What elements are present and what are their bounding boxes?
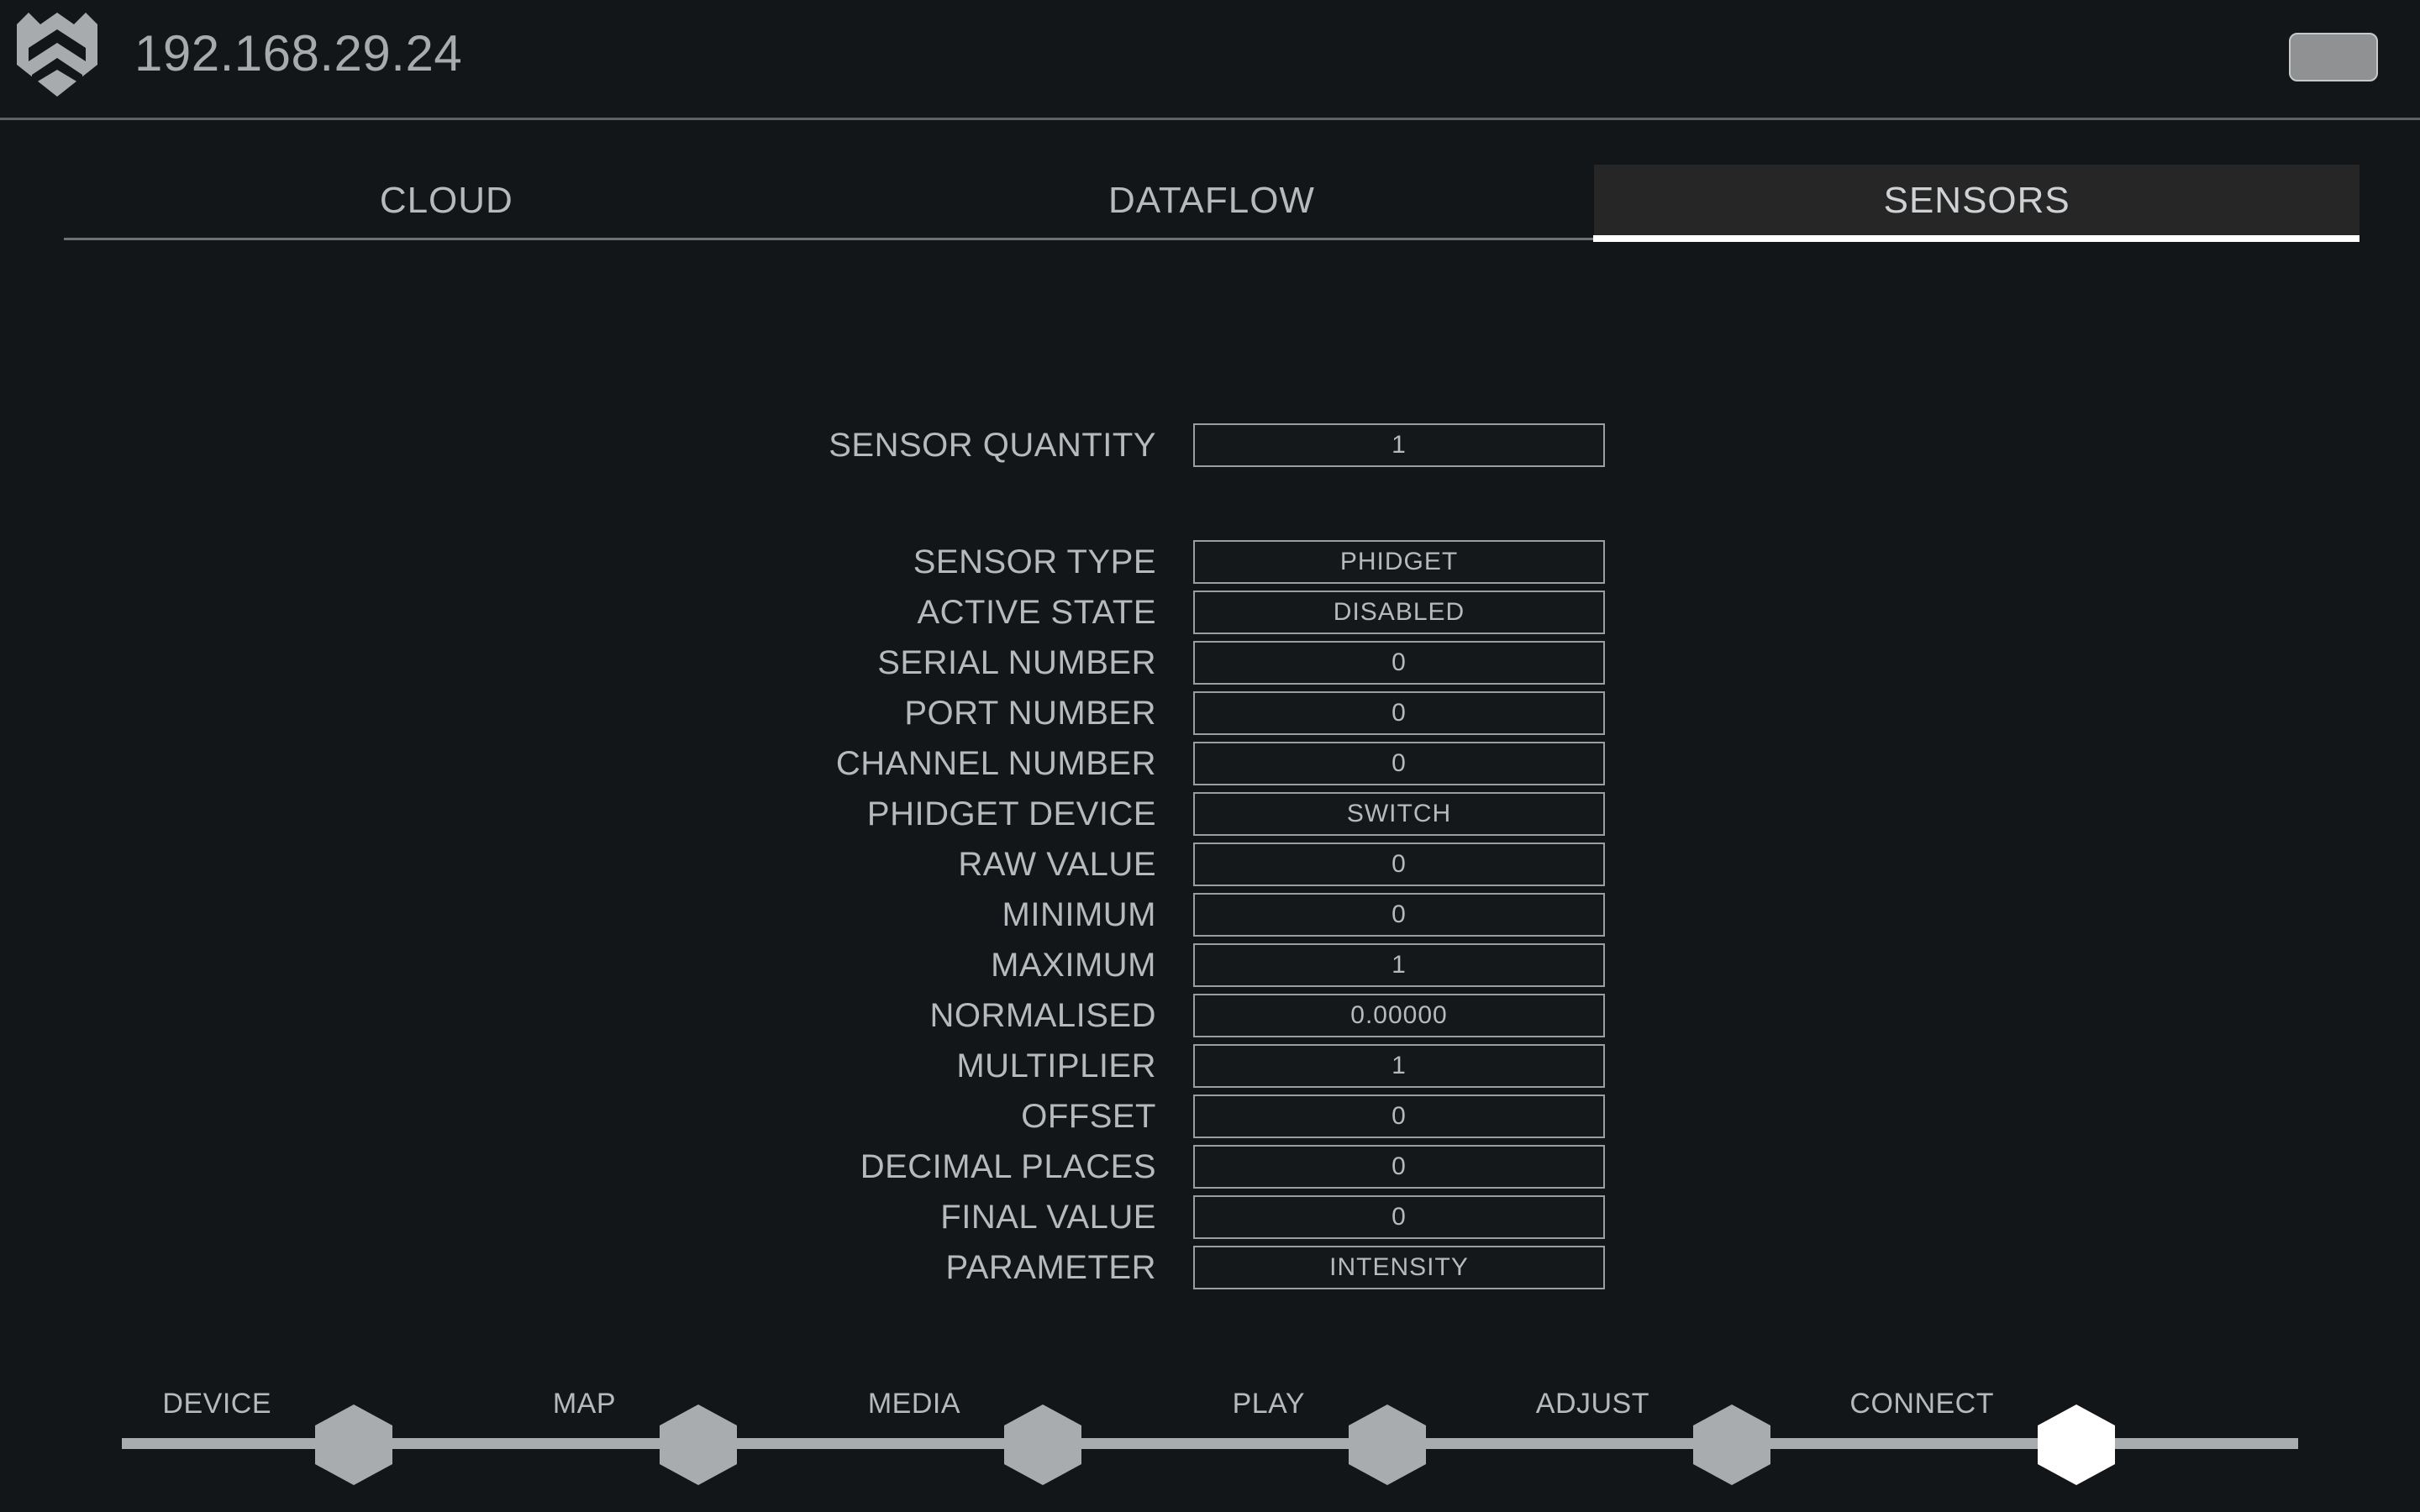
step-label: PLAY xyxy=(1232,1388,1305,1420)
field-row-channel-number: CHANNEL NUMBER 0 xyxy=(756,742,1681,785)
port-number-input[interactable]: 0 xyxy=(1193,691,1605,735)
field-label: FINAL VALUE xyxy=(940,1198,1156,1236)
field-label: MINIMUM xyxy=(1002,895,1156,933)
sensor-settings-form: SENSOR QUANTITY 1 SENSOR TYPE PHIDGET AC… xyxy=(0,0,2420,1512)
field-label: PHIDGET DEVICE xyxy=(866,795,1156,832)
active-state-input[interactable]: DISABLED xyxy=(1193,591,1605,634)
sensor-quantity-input[interactable]: 1 xyxy=(1193,423,1605,467)
field-row-raw-value: RAW VALUE 0 xyxy=(756,843,1681,886)
field-row-sensor-quantity: SENSOR QUANTITY 1 xyxy=(756,423,1681,467)
field-row-active-state: ACTIVE STATE DISABLED xyxy=(756,591,1681,634)
parameter-input[interactable]: INTENSITY xyxy=(1193,1246,1605,1289)
sensor-type-input[interactable]: PHIDGET xyxy=(1193,540,1605,584)
field-label: MAXIMUM xyxy=(991,946,1156,984)
field-label: NORMALISED xyxy=(929,996,1156,1034)
step-label: MEDIA xyxy=(867,1388,960,1420)
raw-value-input[interactable]: 0 xyxy=(1193,843,1605,886)
step-hexagon-adjust[interactable] xyxy=(1693,1404,1770,1485)
decimal-places-input[interactable]: 0 xyxy=(1193,1145,1605,1189)
offset-input[interactable]: 0 xyxy=(1193,1095,1605,1138)
field-row-normalised: NORMALISED 0.00000 xyxy=(756,994,1681,1037)
field-label: SENSOR QUANTITY xyxy=(829,426,1156,464)
field-row-multiplier: MULTIPLIER 1 xyxy=(756,1044,1681,1088)
normalised-input[interactable]: 0.00000 xyxy=(1193,994,1605,1037)
field-label: MULTIPLIER xyxy=(956,1047,1156,1084)
multiplier-input[interactable]: 1 xyxy=(1193,1044,1605,1088)
step-label: DEVICE xyxy=(162,1388,271,1420)
field-row-serial-number: SERIAL NUMBER 0 xyxy=(756,641,1681,685)
field-row-phidget-device: PHIDGET DEVICE SWITCH xyxy=(756,792,1681,836)
step-label: ADJUST xyxy=(1535,1388,1649,1420)
step-label: MAP xyxy=(552,1388,616,1420)
final-value-input[interactable]: 0 xyxy=(1193,1195,1605,1239)
field-label: PORT NUMBER xyxy=(904,694,1156,732)
app-root: 192.168.29.24 CLOUD DATAFLOW SENSORS SEN… xyxy=(0,0,2420,1512)
field-row-decimal-places: DECIMAL PLACES 0 xyxy=(756,1145,1681,1189)
field-label: PARAMETER xyxy=(945,1248,1156,1286)
channel-number-input[interactable]: 0 xyxy=(1193,742,1605,785)
serial-number-input[interactable]: 0 xyxy=(1193,641,1605,685)
field-row-parameter: PARAMETER INTENSITY xyxy=(756,1246,1681,1289)
field-label: CHANNEL NUMBER xyxy=(835,744,1156,782)
field-label: DECIMAL PLACES xyxy=(860,1147,1156,1185)
field-row-maximum: MAXIMUM 1 xyxy=(756,943,1681,987)
field-label: SENSOR TYPE xyxy=(913,543,1156,580)
step-hexagon-map[interactable] xyxy=(660,1404,737,1485)
step-hexagon-media[interactable] xyxy=(1004,1404,1081,1485)
step-hexagon-connect[interactable] xyxy=(2038,1404,2115,1485)
field-row-final-value: FINAL VALUE 0 xyxy=(756,1195,1681,1239)
field-label: OFFSET xyxy=(1021,1097,1156,1135)
step-rail xyxy=(122,1438,2298,1449)
bottom-step-nav: DEVICE MAP MEDIA PLAY ADJUST CONNECT xyxy=(0,1344,2420,1512)
minimum-input[interactable]: 0 xyxy=(1193,893,1605,937)
field-row-port-number: PORT NUMBER 0 xyxy=(756,691,1681,735)
field-label: SERIAL NUMBER xyxy=(877,643,1156,681)
step-hexagon-play[interactable] xyxy=(1349,1404,1426,1485)
field-row-minimum: MINIMUM 0 xyxy=(756,893,1681,937)
field-label: ACTIVE STATE xyxy=(917,593,1156,631)
maximum-input[interactable]: 1 xyxy=(1193,943,1605,987)
field-label: RAW VALUE xyxy=(958,845,1156,883)
step-label: CONNECT xyxy=(1849,1388,1994,1420)
step-hexagon-device[interactable] xyxy=(315,1404,392,1485)
field-row-offset: OFFSET 0 xyxy=(756,1095,1681,1138)
field-row-sensor-type: SENSOR TYPE PHIDGET xyxy=(756,540,1681,584)
phidget-device-input[interactable]: SWITCH xyxy=(1193,792,1605,836)
